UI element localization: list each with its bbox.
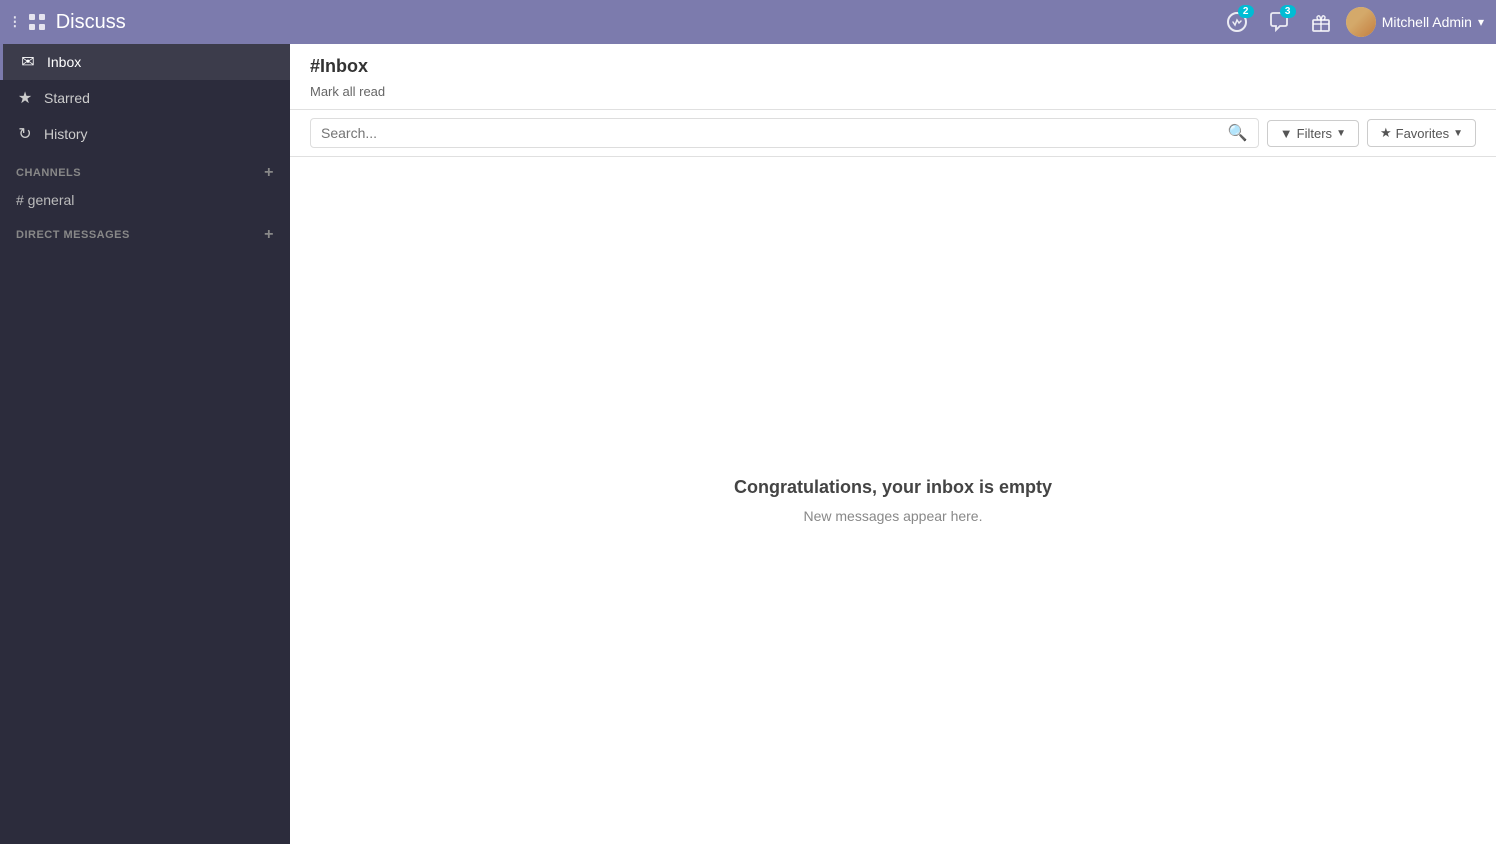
app-title: Discuss xyxy=(56,11,1220,34)
filter-funnel-icon: ▼ xyxy=(1280,126,1293,141)
empty-state: Congratulations, your inbox is empty New… xyxy=(290,157,1496,844)
add-channel-icon[interactable]: + xyxy=(264,164,274,182)
channels-label: CHANNELS xyxy=(16,167,81,179)
empty-state-subtitle: New messages appear here. xyxy=(804,508,983,524)
chevron-down-icon: ▾ xyxy=(1478,15,1484,29)
favorites-button[interactable]: ★ Favorites ▼ xyxy=(1367,119,1476,147)
sidebar-item-starred-label: Starred xyxy=(44,90,90,106)
search-input[interactable] xyxy=(321,125,1224,141)
star-icon: ★ xyxy=(16,88,34,108)
search-filter-bar: 🔍 ▼ Filters ▼ ★ Favorites ▼ xyxy=(290,110,1496,157)
chat-badge: 3 xyxy=(1280,5,1296,18)
inbox-icon: ✉ xyxy=(19,52,37,72)
activity-badge: 2 xyxy=(1238,5,1254,18)
chat-icon-btn[interactable]: 3 xyxy=(1262,5,1296,39)
direct-messages-label: DIRECT MESSAGES xyxy=(16,229,130,241)
favorites-caret-icon: ▼ xyxy=(1453,128,1463,139)
star-favorites-icon: ★ xyxy=(1380,125,1392,141)
grid-menu-icon[interactable] xyxy=(28,13,46,31)
sidebar-item-inbox-label: Inbox xyxy=(47,54,81,70)
grid-icon[interactable]: ⁝ xyxy=(12,12,18,33)
filters-button[interactable]: ▼ Filters ▼ xyxy=(1267,120,1359,147)
content-header: #Inbox Mark all read xyxy=(290,44,1496,110)
channels-section-header: CHANNELS + xyxy=(0,152,290,186)
add-dm-icon[interactable]: + xyxy=(264,226,274,244)
main-layout: ✉ Inbox ★ Starred ↻ History CHANNELS + #… xyxy=(0,44,1496,844)
search-input-wrap: 🔍 xyxy=(310,118,1259,148)
direct-messages-section-header: DIRECT MESSAGES + xyxy=(0,214,290,248)
history-icon: ↻ xyxy=(16,124,34,144)
topbar-right: 2 3 Mitchell Admin ▾ xyxy=(1220,5,1484,39)
search-icon[interactable]: 🔍 xyxy=(1228,123,1248,143)
empty-state-title: Congratulations, your inbox is empty xyxy=(734,477,1052,498)
sidebar-item-starred[interactable]: ★ Starred xyxy=(0,80,290,116)
filters-caret-icon: ▼ xyxy=(1336,128,1346,139)
gift-icon-btn[interactable] xyxy=(1304,5,1338,39)
user-menu[interactable]: Mitchell Admin ▾ xyxy=(1346,7,1484,37)
content-area: #Inbox Mark all read 🔍 ▼ Filters ▼ ★ Fav… xyxy=(290,44,1496,844)
sidebar-channel-general[interactable]: # general xyxy=(0,186,290,214)
inbox-title: #Inbox xyxy=(310,56,1476,77)
channel-general-label: # general xyxy=(16,192,74,208)
favorites-label: Favorites xyxy=(1396,126,1449,141)
filters-label: Filters xyxy=(1297,126,1332,141)
sidebar-item-inbox[interactable]: ✉ Inbox xyxy=(0,44,290,80)
activity-icon-btn[interactable]: 2 xyxy=(1220,5,1254,39)
topbar: ⁝ Discuss 2 3 xyxy=(0,0,1496,44)
sidebar-item-history[interactable]: ↻ History xyxy=(0,116,290,152)
sidebar-item-history-label: History xyxy=(44,126,88,142)
user-name: Mitchell Admin xyxy=(1382,14,1472,30)
avatar xyxy=(1346,7,1376,37)
sidebar: ✉ Inbox ★ Starred ↻ History CHANNELS + #… xyxy=(0,44,290,844)
mark-all-read-button[interactable]: Mark all read xyxy=(310,84,385,99)
